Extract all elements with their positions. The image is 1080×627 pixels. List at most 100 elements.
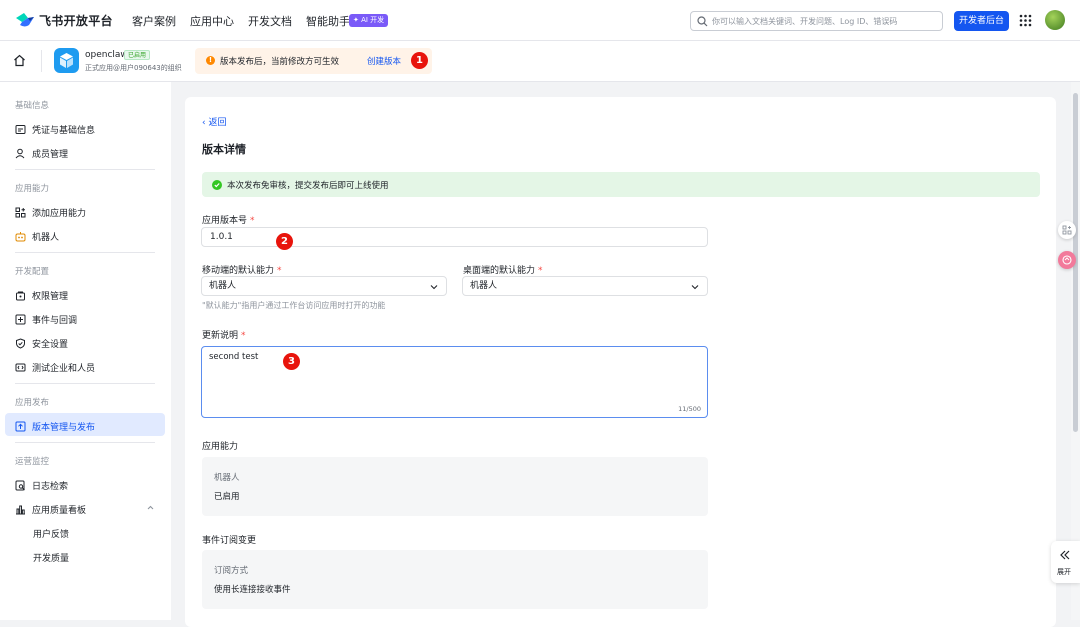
sidebar-item-label: 应用质量看板 <box>32 506 87 516</box>
events-title: 事件订阅变更 <box>202 536 257 546</box>
mobile-default-label: 移动端的默认能力 * <box>202 263 282 276</box>
upload-icon <box>15 421 26 432</box>
search-placeholder: 你可以输入文档关键词、开发问题、Log ID、错误码 <box>712 17 898 26</box>
desktop-default-label: 桌面端的默认能力 * <box>463 263 543 276</box>
version-label: 应用版本号 * <box>202 213 255 226</box>
required-mark: * <box>241 331 246 341</box>
app-directory-float-icon[interactable] <box>1058 221 1076 239</box>
sidebar-item-bot[interactable]: 机器人 <box>15 230 59 243</box>
label-text: 应用版本号 <box>202 216 248 226</box>
chevron-down-icon <box>430 285 438 290</box>
sidebar-item-security[interactable]: 安全设置 <box>15 337 68 350</box>
event-value: 使用长连接接收事件 <box>214 585 291 595</box>
success-banner: 本次发布免审核，提交发布后即可上线使用 <box>202 172 1040 197</box>
events-box: 订阅方式 使用长连接接收事件 <box>202 550 708 609</box>
sidebar-item-label: 成员管理 <box>32 150 69 160</box>
required-mark: * <box>277 266 282 276</box>
event-icon <box>15 314 26 325</box>
sidebar-item-label: 添加应用能力 <box>32 209 87 219</box>
chevron-down-icon <box>691 285 699 290</box>
event-key: 订阅方式 <box>214 566 249 576</box>
nav-dev-docs[interactable]: 开发文档 <box>248 13 292 29</box>
expand-label: 展开 <box>1057 568 1071 576</box>
sidebar-item-label: 版本管理与发布 <box>32 423 96 433</box>
card-icon <box>15 125 26 134</box>
select-value: 机器人 <box>209 281 237 291</box>
create-version-link[interactable]: 创建版本 <box>367 55 401 67</box>
success-text: 本次发布免审核，提交发布后即可上线使用 <box>227 181 389 191</box>
annotation-marker-3: 3 <box>283 353 300 370</box>
page-title: 版本详情 <box>202 143 246 156</box>
sidebar-divider <box>15 383 155 384</box>
sidebar-subitem-user-feedback[interactable]: 用户反馈 <box>33 527 69 540</box>
sidebar-item-label: 安全设置 <box>32 340 69 350</box>
sidebar-divider <box>15 252 155 253</box>
nav-app-center[interactable]: 应用中心 <box>190 13 234 29</box>
expand-panel-button[interactable]: 展开 <box>1051 541 1080 583</box>
search-icon <box>697 16 708 27</box>
sidebar-group-dev-config: 开发配置 <box>15 267 50 277</box>
char-counter: 11/500 <box>678 405 701 413</box>
capabilities-title: 应用能力 <box>202 442 239 452</box>
annotation-marker-1: 1 <box>411 52 428 69</box>
sidebar-subitem-dev-quality[interactable]: 开发质量 <box>33 551 69 564</box>
sidebar-group-publish: 应用发布 <box>15 398 50 408</box>
ai-assistant-float-icon[interactable] <box>1058 251 1076 269</box>
nav-customer-cases[interactable]: 客户案例 <box>132 13 176 29</box>
app-grid-icon[interactable] <box>1019 14 1032 27</box>
user-icon <box>15 148 25 159</box>
sidebar-item-test-org[interactable]: 测试企业和人员 <box>15 361 95 374</box>
ai-dev-badge: ✦ AI 开发 <box>349 14 389 27</box>
check-circle-icon <box>212 180 222 190</box>
user-avatar[interactable] <box>1045 10 1065 30</box>
app-name: openclaw <box>85 50 128 60</box>
sidebar-divider <box>15 442 155 443</box>
divider <box>41 50 42 72</box>
add-grid-icon <box>15 207 26 218</box>
sidebar-item-members[interactable]: 成员管理 <box>15 147 68 160</box>
sidebar-group-basic: 基础信息 <box>15 101 50 111</box>
sidebar-item-label: 事件与回调 <box>32 316 78 326</box>
sidebar-item-permissions[interactable]: 权限管理 <box>15 289 68 302</box>
warning-icon: ! <box>206 56 215 65</box>
bar-chart-icon <box>16 505 25 515</box>
home-icon[interactable] <box>13 54 26 67</box>
code-icon <box>15 363 26 372</box>
app-org: 正式应用@用户090643的组织 <box>85 64 182 72</box>
notes-label: 更新说明 * <box>202 328 246 341</box>
search-input[interactable]: 你可以输入文档关键词、开发问题、Log ID、错误码 <box>690 11 943 31</box>
sidebar-item-label: 权限管理 <box>32 292 69 302</box>
select-value: 机器人 <box>470 281 498 291</box>
top-navigation: 飞书开放平台 客户案例 应用中心 开发文档 智能助手 ✦ AI 开发 你可以输入… <box>0 0 1080 41</box>
back-link[interactable]: ‹ 返回 <box>202 115 226 128</box>
chevron-up-icon[interactable] <box>146 503 155 512</box>
annotation-marker-2: 2 <box>276 233 293 250</box>
app-header-bar <box>0 41 1080 82</box>
lock-icon <box>16 291 25 301</box>
developer-console-button[interactable]: 开发者后台 <box>954 11 1009 31</box>
app-status-badge: 已启用 <box>124 50 151 60</box>
required-mark: * <box>250 216 255 226</box>
robot-icon <box>15 232 26 242</box>
brand-title[interactable]: 飞书开放平台 <box>39 12 113 29</box>
nav-ai-assistant[interactable]: 智能助手 <box>306 13 350 29</box>
sidebar-item-add-capability[interactable]: 添加应用能力 <box>15 206 86 219</box>
mobile-default-select[interactable]: 机器人 <box>201 276 447 296</box>
feishu-logo-icon[interactable] <box>15 12 35 28</box>
textarea-value: second test <box>209 352 259 362</box>
sidebar-item-log-search[interactable]: 日志检索 <box>15 479 68 492</box>
sidebar-group-monitor: 运营监控 <box>15 457 50 467</box>
release-notes-textarea[interactable]: second test 11/500 <box>201 346 708 418</box>
app-cube-icon <box>54 48 79 73</box>
sidebar-group-capabilities: 应用能力 <box>15 184 50 194</box>
desktop-default-select[interactable]: 机器人 <box>462 276 708 296</box>
capability-key: 机器人 <box>214 473 240 483</box>
sidebar-item-credentials[interactable]: 凭证与基础信息 <box>15 123 95 136</box>
sidebar-item-label: 测试企业和人员 <box>32 364 96 374</box>
sidebar-item-events[interactable]: 事件与回调 <box>15 313 77 326</box>
capability-value: 已启用 <box>214 492 240 502</box>
sidebar-item-quality-board[interactable]: 应用质量看板 <box>15 503 86 516</box>
sidebar <box>0 82 171 620</box>
shield-icon <box>16 338 25 349</box>
sidebar-item-version-publish[interactable]: 版本管理与发布 <box>15 420 95 433</box>
